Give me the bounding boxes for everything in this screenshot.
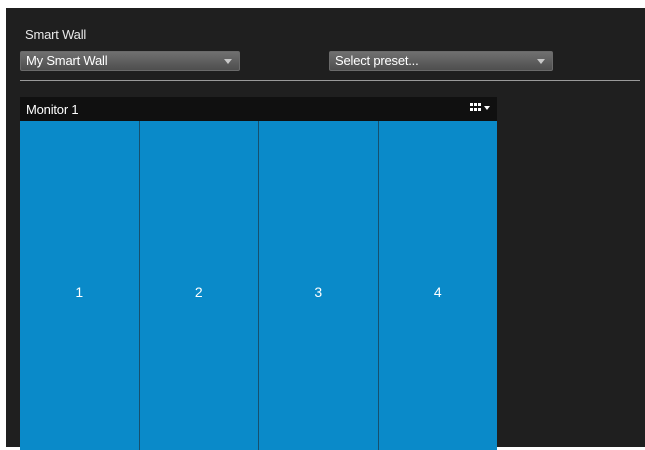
chevron-down-icon <box>224 59 232 64</box>
grid-layout-icon <box>470 103 482 112</box>
divider <box>20 80 640 81</box>
smart-wall-panel: Smart Wall My Smart Wall Select preset..… <box>6 8 645 450</box>
monitor-header: Monitor 1 <box>20 97 497 121</box>
view-tile[interactable]: 4 <box>378 121 497 450</box>
tile-number: 4 <box>433 283 442 300</box>
monitor-label: Monitor 1 <box>26 102 79 117</box>
view-tile[interactable]: 2 <box>139 121 259 450</box>
smart-wall-dropdown[interactable]: My Smart Wall <box>20 51 240 71</box>
preset-dropdown-value: Select preset... <box>335 53 419 68</box>
monitor-layout: 1 2 3 4 <box>20 121 497 450</box>
view-tile[interactable]: 1 <box>20 121 140 450</box>
smart-wall-dropdown-value: My Smart Wall <box>26 53 108 68</box>
tile-number: 1 <box>75 283 84 300</box>
preset-dropdown[interactable]: Select preset... <box>329 51 553 71</box>
tile-number: 2 <box>194 283 203 300</box>
chevron-down-icon <box>484 106 490 110</box>
tile-number: 3 <box>314 283 323 300</box>
layout-menu-button[interactable] <box>468 101 494 115</box>
chevron-down-icon <box>537 59 545 64</box>
panel-title: Smart Wall <box>25 27 87 42</box>
view-tile[interactable]: 3 <box>259 121 379 450</box>
